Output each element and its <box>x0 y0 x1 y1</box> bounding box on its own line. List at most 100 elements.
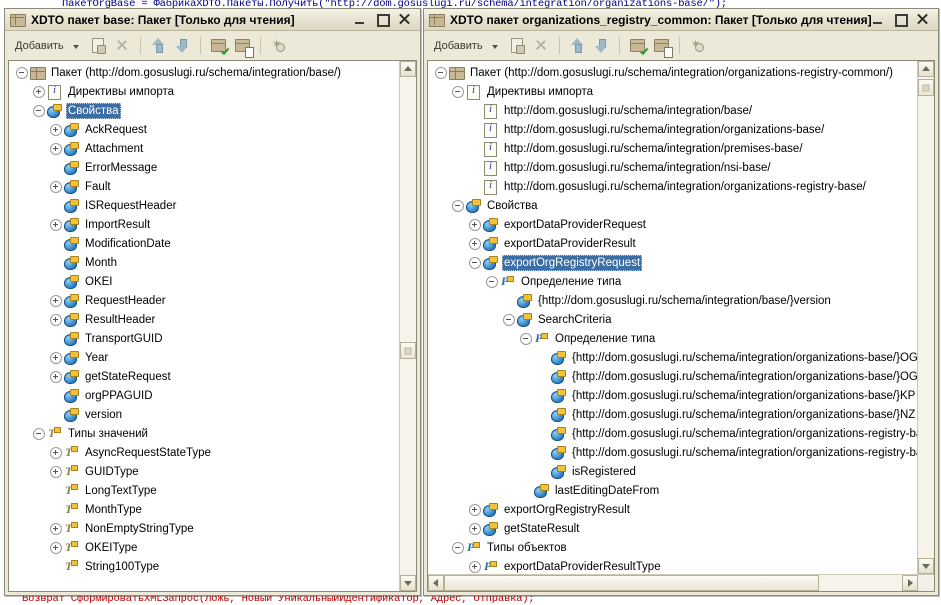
expand-node-icon[interactable] <box>49 351 62 364</box>
tree-node[interactable]: exportOrgRegistryRequest <box>428 253 917 272</box>
tree-node[interactable]: OKEI <box>9 272 399 291</box>
tree-node[interactable]: http://dom.gosuslugi.ru/schema/integrati… <box>428 139 917 158</box>
tree-node[interactable]: Пакет (http://dom.gosuslugi.ru/schema/in… <box>9 63 399 82</box>
right-vertical-scrollbar[interactable] <box>917 61 934 574</box>
collapse-node-icon[interactable] <box>485 275 498 288</box>
right-tree[interactable]: Пакет (http://dom.gosuslugi.ru/schema/in… <box>428 61 917 574</box>
expand-node-icon[interactable] <box>49 522 62 535</box>
right-toolbar[interactable]: Добавить ✶ <box>424 31 938 60</box>
right-horizontal-scrollbar[interactable] <box>428 574 934 591</box>
tree-node[interactable]: exportOrgRegistryResult <box>428 500 917 519</box>
right-tree-pane[interactable]: Пакет (http://dom.gosuslugi.ru/schema/in… <box>427 60 935 592</box>
collapse-node-icon[interactable] <box>502 313 515 326</box>
tree-node[interactable]: version <box>9 405 399 424</box>
expand-node-icon[interactable] <box>468 503 481 516</box>
scroll-thumb[interactable] <box>918 79 934 96</box>
tree-node[interactable]: http://dom.gosuslugi.ru/schema/integrati… <box>428 158 917 177</box>
tree-node[interactable]: {http://dom.gosuslugi.ru/schema/integrat… <box>428 443 917 462</box>
tree-node[interactable]: AckRequest <box>9 120 399 139</box>
properties-icon[interactable]: ✶ <box>268 35 289 56</box>
tree-node[interactable]: {http://dom.gosuslugi.ru/schema/integrat… <box>428 405 917 424</box>
tree-node[interactable]: {http://dom.gosuslugi.ru/schema/integrat… <box>428 348 917 367</box>
tree-node[interactable]: Типы объектов <box>428 538 917 557</box>
right-window-titlebar[interactable]: XDTO пакет organizations_registry_common… <box>424 9 938 31</box>
tree-node[interactable]: Директивы импорта <box>9 82 399 101</box>
chevron-down-icon[interactable] <box>72 44 79 49</box>
tree-node[interactable]: isRegistered <box>428 462 917 481</box>
expand-node-icon[interactable] <box>49 370 62 383</box>
add-button-label[interactable]: Добавить <box>9 38 67 54</box>
tree-node[interactable]: Пакет (http://dom.gosuslugi.ru/schema/in… <box>428 63 917 82</box>
tree-node[interactable]: Директивы импорта <box>428 82 917 101</box>
expand-node-icon[interactable] <box>49 180 62 193</box>
add-document-icon[interactable] <box>507 35 528 56</box>
tree-node[interactable]: getStateResult <box>428 519 917 538</box>
collapse-node-icon[interactable] <box>519 332 532 345</box>
tree-node[interactable]: http://dom.gosuslugi.ru/schema/integrati… <box>428 120 917 139</box>
expand-node-icon[interactable] <box>468 560 481 573</box>
right-window-controls[interactable] <box>872 13 936 27</box>
expand-node-icon[interactable] <box>49 541 62 554</box>
expand-node-icon[interactable] <box>49 123 62 136</box>
expand-node-icon[interactable] <box>49 294 62 307</box>
left-vertical-scrollbar[interactable] <box>399 61 416 591</box>
tree-node[interactable]: ISRequestHeader <box>9 196 399 215</box>
scroll-left-button[interactable] <box>428 575 444 591</box>
collapse-node-icon[interactable] <box>32 104 45 117</box>
left-window-titlebar[interactable]: XDTO пакет base: Пакет [Только для чтени… <box>5 9 420 31</box>
tree-node[interactable]: ModificationDate <box>9 234 399 253</box>
xdto-package-window-base[interactable]: XDTO пакет base: Пакет [Только для чтени… <box>4 8 421 596</box>
tree-node[interactable]: ErrorMessage <box>9 158 399 177</box>
left-toolbar[interactable]: Добавить ✶ <box>5 31 420 60</box>
expand-node-icon[interactable] <box>468 522 481 535</box>
scroll-thumb[interactable] <box>400 342 416 359</box>
minimize-button[interactable] <box>872 13 885 26</box>
tree-node[interactable]: http://dom.gosuslugi.ru/schema/integrati… <box>428 101 917 120</box>
tree-node[interactable]: Свойства <box>9 101 399 120</box>
export-package-icon[interactable] <box>651 35 673 58</box>
export-package-icon[interactable] <box>232 35 254 58</box>
validate-package-icon[interactable] <box>208 35 229 56</box>
tree-node[interactable]: Определение типа <box>428 329 917 348</box>
tree-node[interactable]: {http://dom.gosuslugi.ru/schema/integrat… <box>428 386 917 405</box>
tree-node[interactable]: OKEIType <box>9 538 399 557</box>
move-up-icon[interactable] <box>148 35 169 56</box>
maximize-button[interactable] <box>376 13 390 27</box>
move-up-icon[interactable] <box>567 35 588 56</box>
scroll-track[interactable] <box>400 77 416 575</box>
add-document-icon[interactable] <box>88 35 109 56</box>
collapse-node-icon[interactable] <box>468 256 481 269</box>
collapse-node-icon[interactable] <box>451 85 464 98</box>
tree-node[interactable]: Month <box>9 253 399 272</box>
collapse-node-icon[interactable] <box>15 66 28 79</box>
move-down-icon[interactable] <box>591 35 612 56</box>
expand-node-icon[interactable] <box>49 313 62 326</box>
tree-node[interactable]: http://dom.gosuslugi.ru/schema/integrati… <box>428 177 917 196</box>
tree-node[interactable]: exportDataProviderResult <box>428 234 917 253</box>
scroll-track[interactable] <box>918 77 934 558</box>
tree-node[interactable]: {http://dom.gosuslugi.ru/schema/integrat… <box>428 291 917 310</box>
left-tree-pane[interactable]: Пакет (http://dom.gosuslugi.ru/schema/in… <box>8 60 417 592</box>
tree-node[interactable]: exportDataProviderResultType <box>428 557 917 574</box>
tree-node[interactable]: {http://dom.gosuslugi.ru/schema/integrat… <box>428 367 917 386</box>
tree-node[interactable]: orgPPAGUID <box>9 386 399 405</box>
chevron-down-icon[interactable] <box>491 44 498 49</box>
scroll-down-button[interactable] <box>918 558 934 574</box>
tree-node[interactable]: LongTextType <box>9 481 399 500</box>
tree-node[interactable]: NonEmptyStringType <box>9 519 399 538</box>
delete-icon[interactable] <box>531 35 552 56</box>
delete-icon[interactable] <box>112 35 133 56</box>
expand-node-icon[interactable] <box>32 85 45 98</box>
tree-node[interactable]: Свойства <box>428 196 917 215</box>
collapse-node-icon[interactable] <box>451 199 464 212</box>
add-button-label[interactable]: Добавить <box>428 38 486 54</box>
tree-node[interactable]: GUIDType <box>9 462 399 481</box>
collapse-node-icon[interactable] <box>451 541 464 554</box>
hscroll-track[interactable] <box>444 575 902 591</box>
expand-node-icon[interactable] <box>49 446 62 459</box>
validate-package-icon[interactable] <box>627 35 648 56</box>
tree-node[interactable]: RequestHeader <box>9 291 399 310</box>
scroll-up-button[interactable] <box>400 61 416 77</box>
expand-node-icon[interactable] <box>49 465 62 478</box>
close-button[interactable] <box>916 13 929 26</box>
